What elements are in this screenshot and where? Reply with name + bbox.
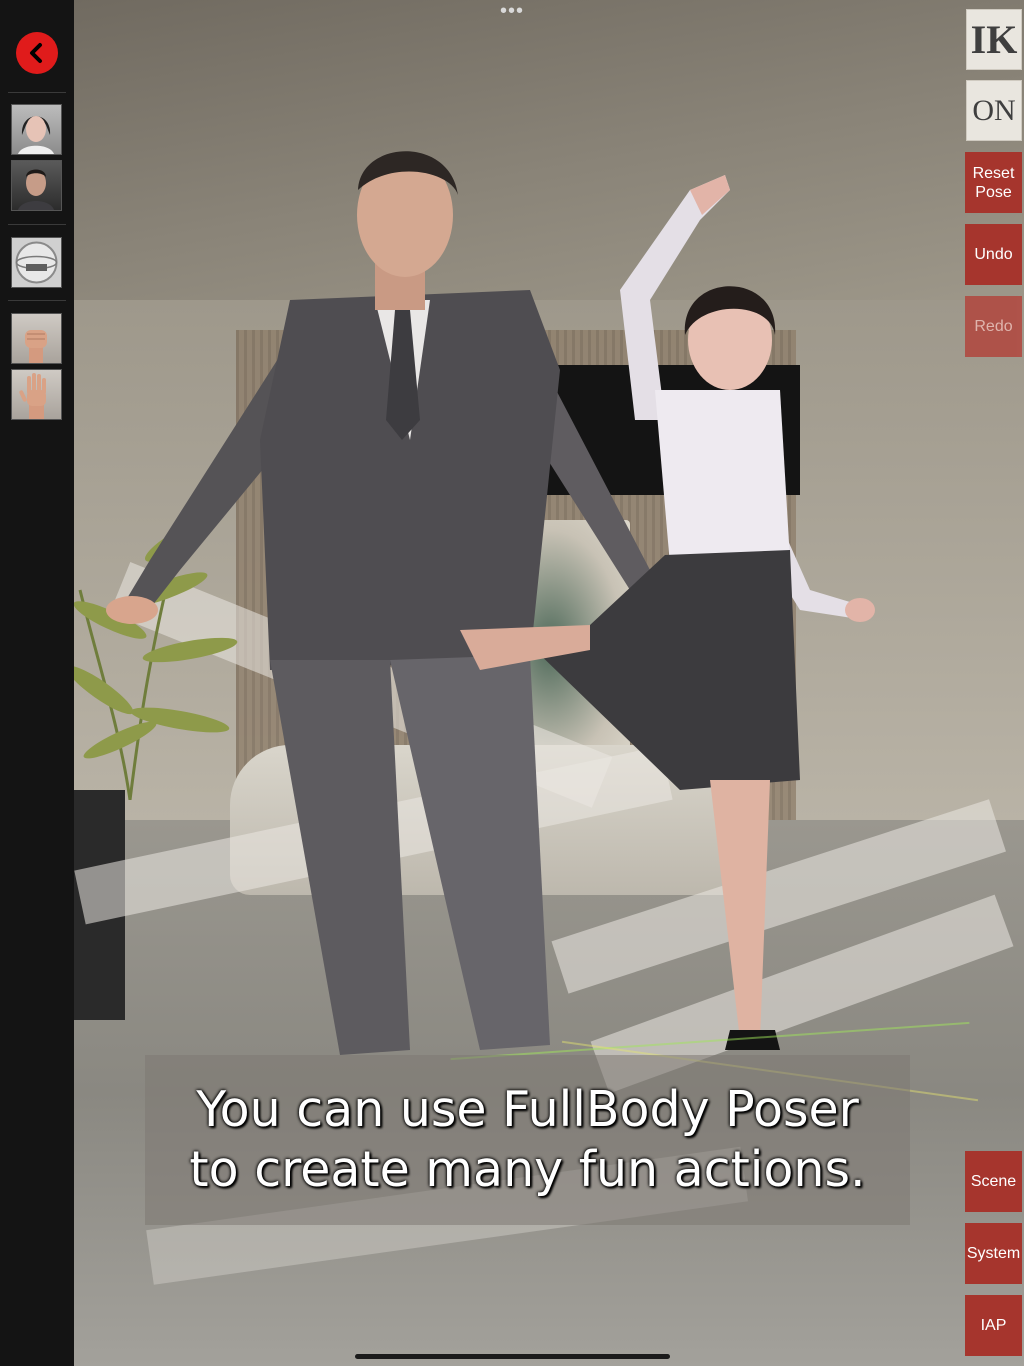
male-character-thumb[interactable] bbox=[11, 160, 62, 211]
iap-button[interactable]: IAP bbox=[965, 1295, 1022, 1356]
reset-pose-label-line2: Pose bbox=[975, 183, 1012, 201]
redo-button[interactable]: Redo bbox=[965, 296, 1022, 357]
on-label: ON bbox=[972, 93, 1016, 127]
redo-label: Redo bbox=[974, 318, 1013, 335]
caption-line-1: You can use FullBody Poser bbox=[196, 1081, 859, 1138]
toolbar-divider bbox=[8, 92, 66, 93]
ik-toggle-button[interactable]: IK bbox=[966, 9, 1022, 70]
open-hand-icon bbox=[19, 373, 46, 419]
left-toolbar bbox=[0, 0, 74, 1366]
system-label: System bbox=[966, 1245, 1021, 1262]
open-hand-thumb[interactable] bbox=[11, 369, 62, 420]
undo-button[interactable]: Undo bbox=[965, 224, 1022, 285]
reset-pose-label-line1: Reset bbox=[972, 164, 1015, 182]
multitasking-handle[interactable]: ••• bbox=[500, 1, 524, 21]
home-indicator[interactable] bbox=[355, 1354, 670, 1359]
toolbar-divider bbox=[8, 224, 66, 225]
promo-caption: You can use FullBody Poser to create man… bbox=[145, 1055, 910, 1225]
reset-pose-button[interactable]: Reset Pose bbox=[965, 152, 1022, 213]
ik-label: IK bbox=[970, 17, 1018, 62]
undo-label: Undo bbox=[974, 246, 1013, 263]
scene-label: Scene bbox=[970, 1173, 1017, 1190]
male-avatar-icon bbox=[18, 169, 54, 210]
female-character-model[interactable] bbox=[440, 170, 890, 1070]
iap-label: IAP bbox=[980, 1317, 1007, 1334]
female-avatar-icon bbox=[18, 116, 54, 154]
toolbar-divider bbox=[8, 300, 66, 301]
caption-line-2: to create many fun actions. bbox=[189, 1141, 866, 1198]
environment-thumb[interactable] bbox=[11, 237, 62, 288]
chevron-left-icon bbox=[30, 43, 42, 63]
system-button[interactable]: System bbox=[965, 1223, 1022, 1284]
scene-button[interactable]: Scene bbox=[965, 1151, 1022, 1212]
female-character-thumb[interactable] bbox=[11, 104, 62, 155]
ik-on-toggle[interactable]: ON bbox=[966, 80, 1022, 141]
back-button[interactable] bbox=[16, 32, 58, 74]
fist-hand-icon bbox=[25, 330, 47, 363]
environment-sphere-icon bbox=[15, 241, 58, 284]
fist-hand-thumb[interactable] bbox=[11, 313, 62, 364]
